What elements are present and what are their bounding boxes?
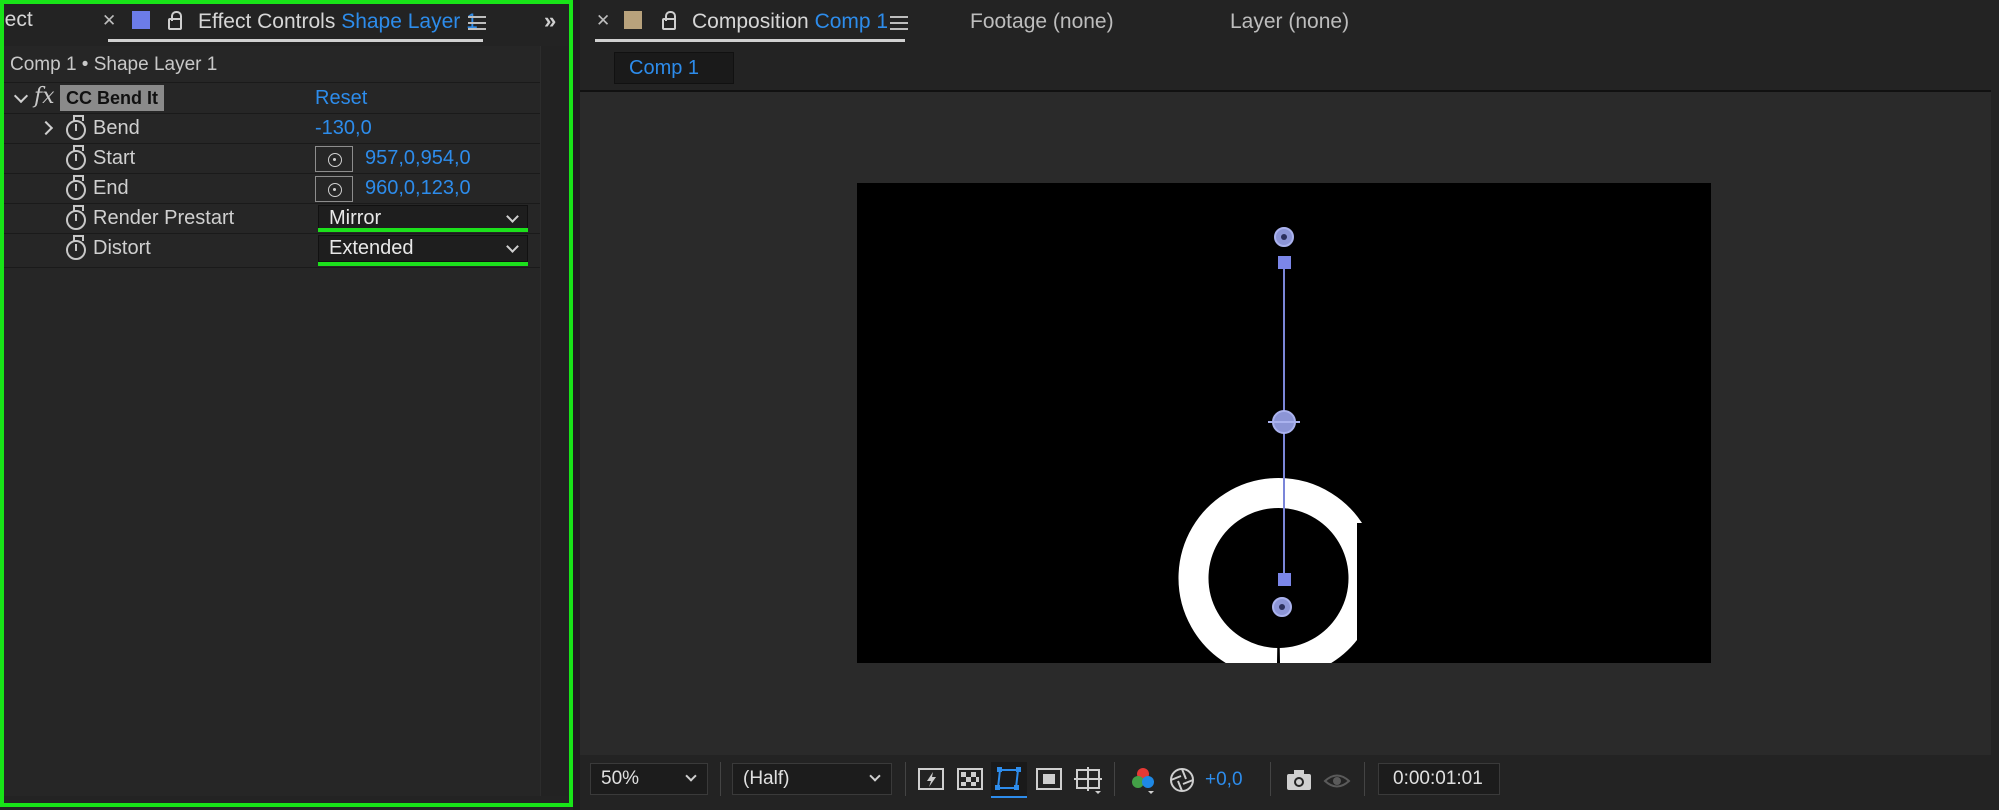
layer-tab[interactable]: Layer (none): [1230, 10, 1349, 34]
footage-tab[interactable]: Footage (none): [970, 10, 1114, 34]
zoom-value: 50%: [601, 768, 640, 789]
lock-icon[interactable]: [662, 11, 676, 30]
comp-navigator-tab[interactable]: Comp 1: [614, 52, 734, 84]
active-tab-indicator: [595, 39, 905, 42]
toolbar-separator: [720, 762, 721, 796]
zoom-dropdown[interactable]: 50%: [590, 763, 708, 795]
start-point-handle[interactable]: [1278, 573, 1291, 586]
end-handle-dot: [1279, 604, 1285, 610]
toolbar-separator: [905, 762, 906, 796]
show-snapshot-icon[interactable]: [1322, 765, 1352, 795]
fast-previews-icon[interactable]: [916, 765, 946, 795]
comp-color-swatch: [624, 11, 642, 29]
camera-icon[interactable]: [1284, 765, 1314, 795]
current-time-display[interactable]: 0:00:01:01: [1378, 763, 1500, 795]
resolution-dropdown[interactable]: (Half): [732, 763, 892, 795]
start-handle-dot: [1281, 234, 1287, 240]
composition-tab[interactable]: Composition Comp 1: [692, 10, 888, 34]
color-channels-icon[interactable]: [1128, 765, 1158, 795]
region-of-interest-icon[interactable]: [1034, 765, 1064, 795]
chevron-down-icon: [685, 770, 697, 782]
exposure-value[interactable]: +0,0: [1205, 769, 1243, 791]
composition-tab-label: Composition: [692, 10, 809, 33]
toolbar-separator: [1114, 762, 1115, 796]
exposure-reset-icon[interactable]: [1167, 765, 1197, 795]
toolbar-separator: [1270, 762, 1271, 796]
toolbar-separator: [1364, 762, 1365, 796]
highlight-frame: [0, 0, 573, 807]
canvas-graphics: [1178, 227, 1417, 663]
mask-visibility-icon: [995, 767, 1021, 790]
close-icon[interactable]: ✕: [596, 11, 610, 31]
transparency-grid-icon[interactable]: [955, 765, 985, 795]
shape-gap: [1357, 523, 1417, 663]
composition-tab-name: Comp 1: [814, 10, 889, 33]
mask-path-toggle[interactable]: [991, 762, 1027, 798]
grid-guides-icon[interactable]: [1073, 765, 1103, 795]
composition-canvas[interactable]: [857, 183, 1711, 663]
chevron-down-icon: [869, 770, 881, 782]
resolution-value: (Half): [743, 768, 790, 789]
end-point-handle[interactable]: [1278, 256, 1291, 269]
menu-icon[interactable]: [890, 16, 908, 30]
timecode-value: 0:00:01:01: [1393, 768, 1483, 789]
